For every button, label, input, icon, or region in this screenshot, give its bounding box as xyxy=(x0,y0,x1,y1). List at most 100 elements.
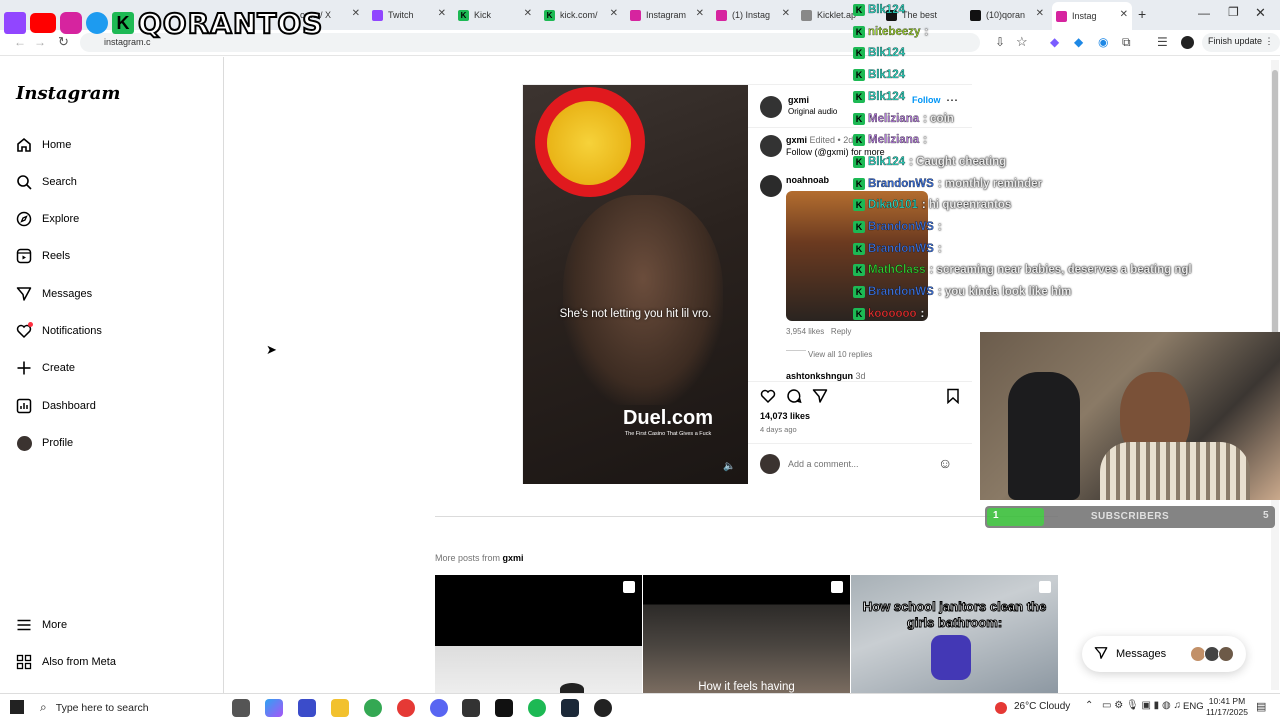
tab-kicklet[interactable]: Kicklet.ap xyxy=(801,4,861,26)
chat-message: K Blk124 xyxy=(853,43,909,63)
clock[interactable]: 10:41 PM 11/17/2025 xyxy=(1203,696,1251,718)
discord-icon[interactable] xyxy=(430,699,448,717)
chat-message: K BrandonWS: xyxy=(853,217,942,237)
chrome-active-icon[interactable] xyxy=(397,699,415,717)
chat-message: K Meliziana: xyxy=(853,130,927,150)
sidebar-item-home[interactable]: Home xyxy=(15,136,71,154)
save-icon[interactable] xyxy=(946,388,960,407)
chat-text: : Caught cheating xyxy=(909,155,1007,168)
sidebar-item-more[interactable]: More xyxy=(15,616,67,634)
close-tab-icon[interactable]: ✕ xyxy=(524,8,532,19)
kick-badge-icon: K xyxy=(853,155,865,168)
chevron-up-icon[interactable]: ⌃ xyxy=(1085,700,1093,711)
kick-icon: K xyxy=(458,9,469,21)
tab-kick-com[interactable]: Kkick.com/✕ xyxy=(544,4,620,26)
spotify-icon[interactable] xyxy=(528,699,546,717)
like-count[interactable]: 14,073 likes xyxy=(760,411,810,421)
close-tab-icon[interactable]: ✕ xyxy=(696,8,704,19)
close-tab-icon[interactable]: ✕ xyxy=(610,8,618,19)
volume-icon[interactable]: 🔈 xyxy=(723,461,735,472)
reel-icon xyxy=(831,581,843,593)
sidebar-item-notifications[interactable]: Notifications xyxy=(15,322,102,340)
commenter-name[interactable]: noahnoab xyxy=(786,175,829,185)
chat-username: Blk124 xyxy=(868,90,906,103)
sidebar-item-reels[interactable]: Reels xyxy=(15,247,70,265)
author-avatar[interactable] xyxy=(760,96,782,118)
chat-message: K BrandonWS: you kinda look like him xyxy=(853,282,1071,302)
caption-avatar xyxy=(760,135,782,157)
more-post-thumb[interactable]: How school janitors clean the girls bath… xyxy=(851,575,1058,693)
maximize-icon[interactable]: ❐ xyxy=(1228,5,1239,19)
twitch-icon xyxy=(372,9,383,21)
streamer-name: QORANTOS xyxy=(137,6,324,41)
coin-sticker xyxy=(535,87,645,197)
messages-pill[interactable]: Messages xyxy=(1082,636,1246,672)
commenter-avatar[interactable] xyxy=(760,175,782,197)
kick-badge-icon: K xyxy=(853,4,865,16)
weather-text[interactable]: 26°C Cloudy xyxy=(1014,701,1070,712)
app-icon[interactable] xyxy=(298,699,316,717)
audio-label[interactable]: Original audio xyxy=(788,107,837,116)
capcut-icon[interactable] xyxy=(495,699,513,717)
notification-dot xyxy=(28,322,33,327)
close-tab-icon[interactable]: ✕ xyxy=(438,8,446,19)
sidebar-item-search[interactable]: Search xyxy=(15,173,77,191)
tab-instagram[interactable]: Instagram ✕ xyxy=(630,4,706,26)
chat-text: : xyxy=(924,25,929,38)
chat-message: K Blk124 xyxy=(853,87,909,107)
tab-kick[interactable]: K Kick ✕ xyxy=(458,4,534,26)
reel-video[interactable]: She's not letting you hit lil vro. Duel.… xyxy=(523,85,748,484)
mouse-cursor-icon: ➤ xyxy=(266,342,277,357)
twitter-icon xyxy=(86,12,108,34)
sidebar-item-dashboard[interactable]: Dashboard xyxy=(15,397,96,415)
sidebar-item-messages[interactable]: Messages xyxy=(15,285,92,303)
kick-badge-icon: K xyxy=(853,112,865,125)
scrollbar-thumb[interactable] xyxy=(1272,70,1278,370)
reel-icon xyxy=(1039,581,1051,593)
more-post-thumb[interactable] xyxy=(435,575,642,693)
chat-username: Blk124 xyxy=(868,47,906,60)
author-name[interactable]: gxmi xyxy=(788,95,809,105)
language-indicator[interactable]: ENG xyxy=(1183,701,1204,712)
sidebar-item-create[interactable]: Create xyxy=(15,359,75,377)
chat-username: Meliziana xyxy=(868,134,920,147)
view-replies-link[interactable]: View all 10 replies xyxy=(808,350,872,359)
sidebar-item-profile[interactable]: Profile xyxy=(15,434,73,452)
chat-message: K Dika0101: hi queenrantos xyxy=(853,195,1011,215)
windows-start-icon[interactable] xyxy=(10,700,24,714)
chrome-icon[interactable] xyxy=(364,699,382,717)
task-view-icon[interactable] xyxy=(232,699,250,717)
tab-twitch[interactable]: Twitch ✕ xyxy=(372,4,448,26)
chat-username: nitebeezy xyxy=(868,25,921,38)
file-explorer-icon[interactable] xyxy=(331,699,349,717)
emoji-icon[interactable]: ☺ xyxy=(938,455,952,471)
like-icon[interactable] xyxy=(760,388,776,407)
stream-chat-overlay: K Blk124 Knitebeezy: K Blk124 K Blk124 K Blk124 K… xyxy=(853,0,1223,320)
reel-icon xyxy=(623,581,635,593)
share-icon[interactable] xyxy=(812,388,828,407)
tray-icons[interactable]: ▭ ⚙ 🎙 ▣ ▮ ◍ ♫ xyxy=(1102,700,1181,711)
close-window-icon[interactable]: ✕ xyxy=(1255,5,1266,21)
close-tab-icon[interactable]: ✕ xyxy=(352,8,360,19)
steam-icon[interactable] xyxy=(561,699,579,717)
instagram-logo[interactable]: Instagram xyxy=(16,83,120,104)
more-post-thumb[interactable]: How it feels having xyxy=(643,575,850,693)
sidebar-item-meta[interactable]: Also from Meta xyxy=(15,653,116,671)
app-icon[interactable] xyxy=(594,699,612,717)
home-icon xyxy=(15,136,33,154)
close-tab-icon[interactable]: ✕ xyxy=(782,8,790,19)
sidebar-item-explore[interactable]: Explore xyxy=(15,210,79,228)
menu-icon xyxy=(15,616,33,634)
reply-button[interactable]: Reply xyxy=(831,327,851,336)
obs-icon[interactable] xyxy=(462,699,480,717)
comment-icon[interactable] xyxy=(786,388,802,407)
my-avatar xyxy=(760,454,780,474)
notification-center-icon[interactable]: ▤ xyxy=(1256,700,1266,713)
chat-username: BrandonWS xyxy=(868,221,934,233)
copilot-icon[interactable] xyxy=(265,699,283,717)
tab-instagram-2[interactable]: (1) Instag ✕ xyxy=(716,4,792,26)
taskbar-search[interactable]: ⌕ Type here to search xyxy=(34,694,214,721)
chat-username: MathClass xyxy=(868,264,926,277)
comment-input[interactable]: Add a comment... xyxy=(788,459,859,469)
kick-badge-icon: K xyxy=(853,47,865,60)
